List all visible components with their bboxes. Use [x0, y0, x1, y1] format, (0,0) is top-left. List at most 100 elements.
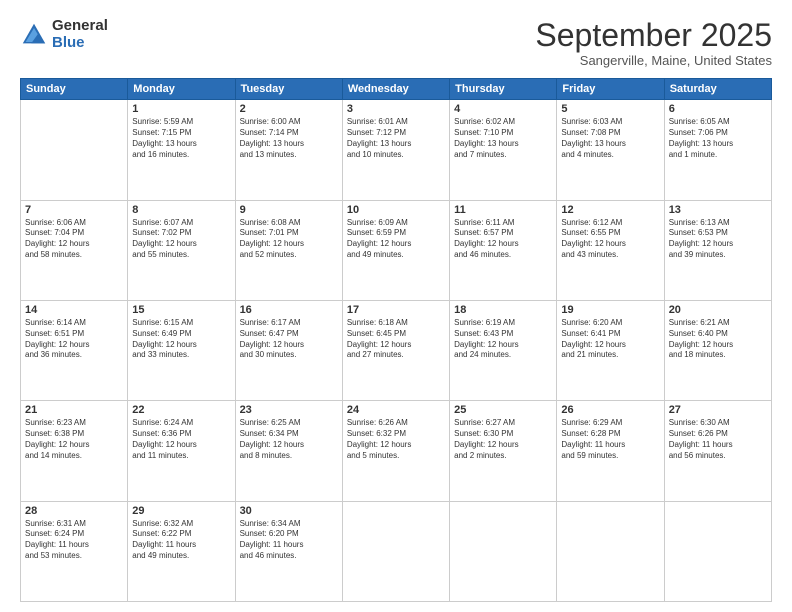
day-number: 21 — [25, 404, 123, 416]
cell-content: Sunrise: 6:03 AMSunset: 7:08 PMDaylight:… — [561, 117, 659, 160]
table-row: 2 Sunrise: 6:00 AMSunset: 7:14 PMDaylight… — [235, 100, 342, 200]
logo-icon — [20, 21, 48, 49]
table-row: 29 Sunrise: 6:32 AMSunset: 6:22 PMDayligh… — [128, 501, 235, 601]
day-number: 10 — [347, 204, 445, 216]
cell-content: Sunrise: 6:26 AMSunset: 6:32 PMDaylight:… — [347, 418, 445, 461]
table-row: 10 Sunrise: 6:09 AMSunset: 6:59 PMDayligh… — [342, 200, 449, 300]
day-number: 13 — [669, 204, 767, 216]
day-number: 17 — [347, 304, 445, 316]
table-row: 28 Sunrise: 6:31 AMSunset: 6:24 PMDayligh… — [21, 501, 128, 601]
title-area: September 2025 Sangerville, Maine, Unite… — [535, 18, 772, 68]
table-row: 8 Sunrise: 6:07 AMSunset: 7:02 PMDaylight… — [128, 200, 235, 300]
cell-content: Sunrise: 6:25 AMSunset: 6:34 PMDaylight:… — [240, 418, 338, 461]
day-number: 23 — [240, 404, 338, 416]
table-row — [21, 100, 128, 200]
day-number: 25 — [454, 404, 552, 416]
header: General Blue September 2025 Sangerville,… — [20, 18, 772, 68]
day-number: 29 — [132, 505, 230, 517]
cell-content: Sunrise: 6:23 AMSunset: 6:38 PMDaylight:… — [25, 418, 123, 461]
table-row: 9Sunrise: 6:08 AMSunset: 7:01 PMDaylight… — [235, 200, 342, 300]
table-row: 22Sunrise: 6:24 AMSunset: 6:36 PMDayligh… — [128, 401, 235, 501]
cell-content: Sunrise: 6:18 AMSunset: 6:45 PMDaylight:… — [347, 318, 445, 361]
table-row: 15Sunrise: 6:15 AMSunset: 6:49 PMDayligh… — [128, 300, 235, 400]
day-number: 26 — [561, 404, 659, 416]
table-row: 5 Sunrise: 6:03 AMSunset: 7:08 PMDaylight… — [557, 100, 664, 200]
calendar-week-5: 28 Sunrise: 6:31 AMSunset: 6:24 PMDayligh… — [21, 501, 772, 601]
col-tuesday: Tuesday — [235, 79, 342, 100]
table-row: 20 Sunrise: 6:21 AMSunset: 6:40 PMDayligh… — [664, 300, 771, 400]
logo-text: General Blue — [52, 18, 108, 51]
table-row: 19 Sunrise: 6:20 AMSunset: 6:41 PMDayligh… — [557, 300, 664, 400]
table-row — [557, 501, 664, 601]
table-row: 16 Sunrise: 6:17 AMSunset: 6:47 PMDayligh… — [235, 300, 342, 400]
cell-content: Sunrise: 6:00 AMSunset: 7:14 PMDaylight:… — [240, 117, 338, 160]
calendar-week-2: 7 Sunrise: 6:06 AMSunset: 7:04 PMDaylight… — [21, 200, 772, 300]
month-title: September 2025 — [535, 18, 772, 53]
cell-content: Sunrise: 6:05 AMSunset: 7:06 PMDaylight:… — [669, 117, 767, 160]
cell-content: Sunrise: 6:30 AMSunset: 6:26 PMDaylight:… — [669, 418, 767, 461]
col-sunday: Sunday — [21, 79, 128, 100]
cell-content: Sunrise: 6:12 AMSunset: 6:55 PMDaylight:… — [561, 218, 659, 261]
cell-content: Sunrise: 6:09 AMSunset: 6:59 PMDaylight:… — [347, 218, 445, 261]
day-number: 16 — [240, 304, 338, 316]
cell-content: Sunrise: 6:29 AMSunset: 6:28 PMDaylight:… — [561, 418, 659, 461]
table-row — [342, 501, 449, 601]
day-number: 1 — [132, 103, 230, 115]
table-row: 26 Sunrise: 6:29 AMSunset: 6:28 PMDayligh… — [557, 401, 664, 501]
cell-content: Sunrise: 6:19 AMSunset: 6:43 PMDaylight:… — [454, 318, 552, 361]
col-wednesday: Wednesday — [342, 79, 449, 100]
table-row — [664, 501, 771, 601]
logo: General Blue — [20, 18, 108, 51]
table-row: 25 Sunrise: 6:27 AMSunset: 6:30 PMDayligh… — [450, 401, 557, 501]
cell-content: Sunrise: 6:27 AMSunset: 6:30 PMDaylight:… — [454, 418, 552, 461]
cell-content: Sunrise: 6:06 AMSunset: 7:04 PMDaylight:… — [25, 218, 123, 261]
table-row: 6Sunrise: 6:05 AMSunset: 7:06 PMDaylight… — [664, 100, 771, 200]
cell-content: Sunrise: 6:13 AMSunset: 6:53 PMDaylight:… — [669, 218, 767, 261]
col-friday: Friday — [557, 79, 664, 100]
cell-content: Sunrise: 6:20 AMSunset: 6:41 PMDaylight:… — [561, 318, 659, 361]
cell-content: Sunrise: 6:01 AMSunset: 7:12 PMDaylight:… — [347, 117, 445, 160]
cell-content: Sunrise: 6:32 AMSunset: 6:22 PMDaylight:… — [132, 519, 230, 562]
cell-content: Sunrise: 6:11 AMSunset: 6:57 PMDaylight:… — [454, 218, 552, 261]
table-row: 12 Sunrise: 6:12 AMSunset: 6:55 PMDayligh… — [557, 200, 664, 300]
day-number: 5 — [561, 103, 659, 115]
subtitle: Sangerville, Maine, United States — [535, 53, 772, 68]
cell-content: Sunrise: 6:24 AMSunset: 6:36 PMDaylight:… — [132, 418, 230, 461]
table-row: 23 Sunrise: 6:25 AMSunset: 6:34 PMDayligh… — [235, 401, 342, 501]
day-number: 30 — [240, 505, 338, 517]
cell-content: Sunrise: 6:15 AMSunset: 6:49 PMDaylight:… — [132, 318, 230, 361]
calendar-header-row: Sunday Monday Tuesday Wednesday Thursday… — [21, 79, 772, 100]
table-row: 14 Sunrise: 6:14 AMSunset: 6:51 PMDayligh… — [21, 300, 128, 400]
day-number: 18 — [454, 304, 552, 316]
table-row: 30 Sunrise: 6:34 AMSunset: 6:20 PMDayligh… — [235, 501, 342, 601]
col-monday: Monday — [128, 79, 235, 100]
col-saturday: Saturday — [664, 79, 771, 100]
table-row: 4 Sunrise: 6:02 AMSunset: 7:10 PMDaylight… — [450, 100, 557, 200]
calendar-week-3: 14 Sunrise: 6:14 AMSunset: 6:51 PMDayligh… — [21, 300, 772, 400]
table-row: 3Sunrise: 6:01 AMSunset: 7:12 PMDaylight… — [342, 100, 449, 200]
day-number: 19 — [561, 304, 659, 316]
cell-content: Sunrise: 6:34 AMSunset: 6:20 PMDaylight:… — [240, 519, 338, 562]
logo-general-text: General — [52, 18, 108, 35]
day-number: 27 — [669, 404, 767, 416]
day-number: 7 — [25, 204, 123, 216]
cell-content: Sunrise: 6:21 AMSunset: 6:40 PMDaylight:… — [669, 318, 767, 361]
day-number: 8 — [132, 204, 230, 216]
day-number: 12 — [561, 204, 659, 216]
cell-content: Sunrise: 6:07 AMSunset: 7:02 PMDaylight:… — [132, 218, 230, 261]
table-row: 1Sunrise: 5:59 AMSunset: 7:15 PMDaylight… — [128, 100, 235, 200]
day-number: 28 — [25, 505, 123, 517]
table-row: 27 Sunrise: 6:30 AMSunset: 6:26 PMDayligh… — [664, 401, 771, 501]
cell-content: Sunrise: 6:08 AMSunset: 7:01 PMDaylight:… — [240, 218, 338, 261]
day-number: 2 — [240, 103, 338, 115]
cell-content: Sunrise: 6:14 AMSunset: 6:51 PMDaylight:… — [25, 318, 123, 361]
day-number: 14 — [25, 304, 123, 316]
cell-content: Sunrise: 6:17 AMSunset: 6:47 PMDaylight:… — [240, 318, 338, 361]
cell-content: Sunrise: 6:02 AMSunset: 7:10 PMDaylight:… — [454, 117, 552, 160]
col-thursday: Thursday — [450, 79, 557, 100]
cell-content: Sunrise: 6:31 AMSunset: 6:24 PMDaylight:… — [25, 519, 123, 562]
table-row: 24Sunrise: 6:26 AMSunset: 6:32 PMDayligh… — [342, 401, 449, 501]
table-row: 21 Sunrise: 6:23 AMSunset: 6:38 PMDayligh… — [21, 401, 128, 501]
day-number: 20 — [669, 304, 767, 316]
day-number: 4 — [454, 103, 552, 115]
